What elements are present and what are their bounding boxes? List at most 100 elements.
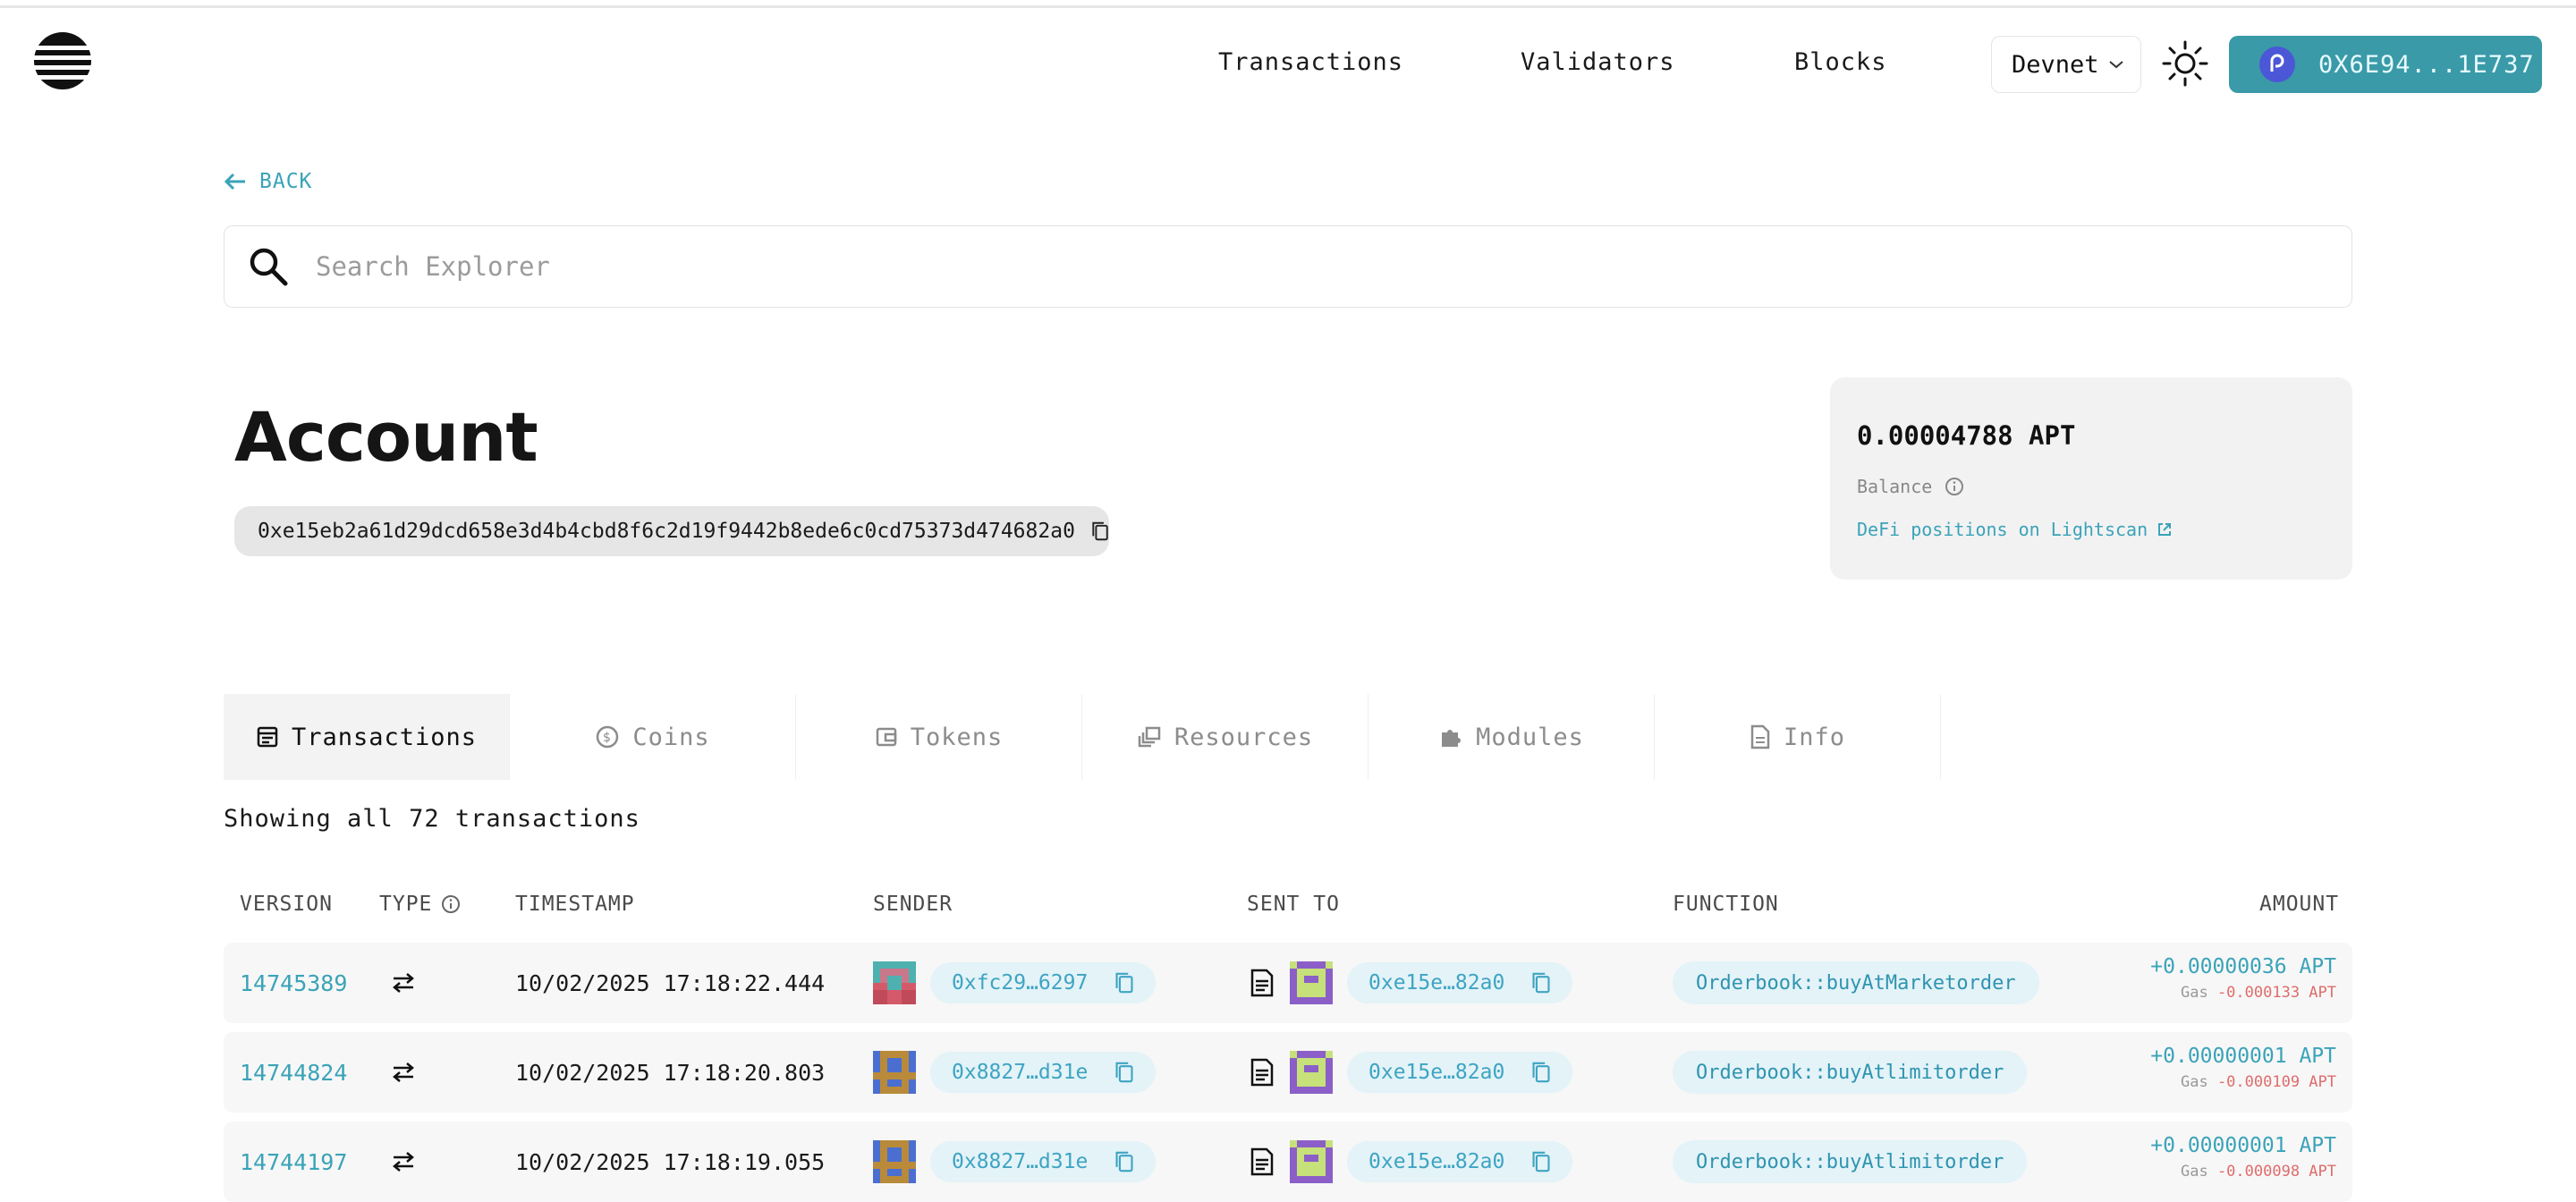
- defi-link-label: DeFi positions on Lightscan: [1857, 519, 2148, 540]
- sender-address-text: 0x8827…d31e: [952, 1061, 1089, 1084]
- coin-icon: $: [597, 725, 619, 749]
- amount-cell: +0.00000001 APT Gas -0.000109 APT: [2150, 1045, 2336, 1091]
- recipient-address[interactable]: 0xe15e…82a0: [1347, 1052, 1573, 1093]
- balance-label: Balance: [1857, 476, 1933, 497]
- sender-address[interactable]: 0x8827…d31e: [930, 1141, 1157, 1182]
- contract-document-icon: [1250, 969, 1274, 997]
- amount-cell: +0.00000036 APT Gas -0.000133 APT: [2150, 955, 2336, 1002]
- transactions-count: Showing all 72 transactions: [224, 805, 640, 833]
- theme-toggle-sun-icon[interactable]: [2161, 39, 2209, 88]
- copy-icon[interactable]: [1114, 971, 1134, 995]
- tab-info[interactable]: Info: [1655, 694, 1941, 780]
- nav-validators[interactable]: Validators: [1521, 48, 1675, 76]
- gas-fee: Gas -0.000098 APT: [2150, 1163, 2336, 1181]
- recipient-avatar-icon: [1290, 961, 1333, 1004]
- transfer-arrows-icon: [393, 1062, 414, 1082]
- recipient-avatar-icon: [1290, 1140, 1333, 1183]
- network-select[interactable]: Devnet: [1991, 36, 2141, 93]
- defi-positions-link[interactable]: DeFi positions on Lightscan: [1857, 519, 2326, 540]
- wallet-avatar-icon: [2259, 47, 2295, 82]
- aptos-logo-icon[interactable]: [32, 30, 93, 91]
- recipient-address[interactable]: 0xe15e…82a0: [1347, 1141, 1573, 1182]
- sender-avatar-icon: [873, 1140, 916, 1183]
- column-header-function: FUNCTION: [1673, 893, 1779, 916]
- gas-label: Gas: [2180, 1073, 2208, 1091]
- copy-icon[interactable]: [1531, 1061, 1551, 1084]
- sent-to-cell: 0xe15e…82a0: [1249, 1032, 1573, 1113]
- type-cell: [390, 1122, 417, 1202]
- search-icon: [250, 248, 288, 286]
- wallet-icon: [876, 727, 896, 747]
- tab-coins[interactable]: $ Coins: [510, 694, 796, 780]
- column-header-sent-to: SENT TO: [1247, 893, 1340, 916]
- tab-modules[interactable]: Modules: [1368, 694, 1655, 780]
- info-icon[interactable]: [441, 894, 461, 914]
- tab-resources[interactable]: Resources: [1082, 694, 1368, 780]
- version-link[interactable]: 14744824: [240, 1032, 347, 1113]
- version-link[interactable]: 14745389: [240, 943, 347, 1023]
- table-row[interactable]: 14744824 10/02/2025 17:18:20.803 0x8827……: [224, 1032, 2352, 1113]
- puzzle-icon: [1442, 730, 1462, 747]
- column-header-timestamp: TIMESTAMP: [515, 893, 635, 916]
- version-link[interactable]: 14744197: [240, 1122, 347, 1202]
- arrow-left-icon: [224, 173, 245, 190]
- chevron-down-icon: [2108, 61, 2123, 69]
- amount-value: +0.00000001 APT: [2150, 1134, 2336, 1157]
- page-title: Account: [234, 397, 538, 477]
- svg-text:$: $: [603, 731, 612, 745]
- recipient-address-text: 0xe15e…82a0: [1368, 1061, 1505, 1084]
- sender-address[interactable]: 0x8827…d31e: [930, 1052, 1157, 1093]
- copy-icon[interactable]: [1114, 1061, 1134, 1084]
- external-link-icon: [2158, 523, 2172, 536]
- tab-label: Modules: [1476, 723, 1584, 751]
- table-row[interactable]: 14744197 10/02/2025 17:18:19.055 0x8827……: [224, 1122, 2352, 1202]
- copy-icon[interactable]: [1531, 971, 1551, 995]
- info-icon[interactable]: [1945, 477, 1964, 496]
- search-input[interactable]: [314, 250, 2285, 283]
- function-badge[interactable]: Orderbook::buyAtlimitorder: [1673, 1140, 2028, 1183]
- gas-fee: Gas -0.000133 APT: [2150, 984, 2336, 1002]
- gas-label: Gas: [2180, 1163, 2208, 1181]
- document-icon: [1750, 724, 1770, 749]
- transactions-icon: [257, 726, 278, 748]
- tab-transactions[interactable]: Transactions: [224, 694, 510, 780]
- type-cell: [390, 1032, 417, 1113]
- recipient-address-text: 0xe15e…82a0: [1368, 1150, 1505, 1173]
- sender-cell: 0x8827…d31e: [873, 1032, 1157, 1113]
- sender-address[interactable]: 0xfc29…6297: [930, 962, 1157, 1003]
- copy-icon[interactable]: [1114, 1150, 1134, 1173]
- sender-address-text: 0x8827…d31e: [952, 1150, 1089, 1173]
- copy-icon[interactable]: [1091, 518, 1109, 545]
- copy-icon[interactable]: [1531, 1150, 1551, 1173]
- tab-tokens[interactable]: Tokens: [796, 694, 1082, 780]
- top-divider: [0, 5, 2576, 8]
- function-badge[interactable]: Orderbook::buyAtlimitorder: [1673, 1051, 2028, 1094]
- nav-transactions[interactable]: Transactions: [1218, 48, 1403, 76]
- account-address: 0xe15eb2a61d29dcd658e3d4b4cbd8f6c2d19f94…: [234, 506, 1109, 556]
- transfer-arrows-icon: [393, 1152, 414, 1172]
- wallet-button[interactable]: 0X6E94...1E737: [2229, 36, 2542, 93]
- sender-avatar-icon: [873, 961, 916, 1004]
- function-cell: Orderbook::buyAtMarketorder: [1673, 943, 2039, 1023]
- table-row[interactable]: 14745389 10/02/2025 17:18:22.444 0xfc29……: [224, 943, 2352, 1023]
- contract-document-icon: [1250, 1058, 1274, 1087]
- function-badge[interactable]: Orderbook::buyAtMarketorder: [1673, 961, 2039, 1004]
- column-header-sender: SENDER: [873, 893, 953, 916]
- sent-to-cell: 0xe15e…82a0: [1249, 943, 1573, 1023]
- network-label: Devnet: [2012, 50, 2099, 79]
- tab-label: Transactions: [291, 723, 478, 751]
- sent-to-cell: 0xe15e…82a0: [1249, 1122, 1573, 1202]
- recipient-address[interactable]: 0xe15e…82a0: [1347, 962, 1573, 1003]
- back-link[interactable]: BACK: [224, 170, 312, 193]
- function-cell: Orderbook::buyAtlimitorder: [1673, 1032, 2028, 1113]
- amount-cell: +0.00000001 APT Gas -0.000098 APT: [2150, 1134, 2336, 1181]
- balance-label-row: Balance: [1857, 476, 2326, 497]
- tab-label: Resources: [1174, 723, 1314, 751]
- balance-card: 0.00004788 APT Balance DeFi positions on…: [1830, 377, 2352, 580]
- gas-label: Gas: [2180, 984, 2208, 1002]
- amount-value: +0.00000001 APT: [2150, 1045, 2336, 1068]
- gas-value: -0.000133 APT: [2216, 984, 2336, 1002]
- column-header-amount: AMOUNT: [2259, 893, 2340, 916]
- nav-blocks[interactable]: Blocks: [1794, 48, 1887, 76]
- stack-icon: [1138, 726, 1161, 748]
